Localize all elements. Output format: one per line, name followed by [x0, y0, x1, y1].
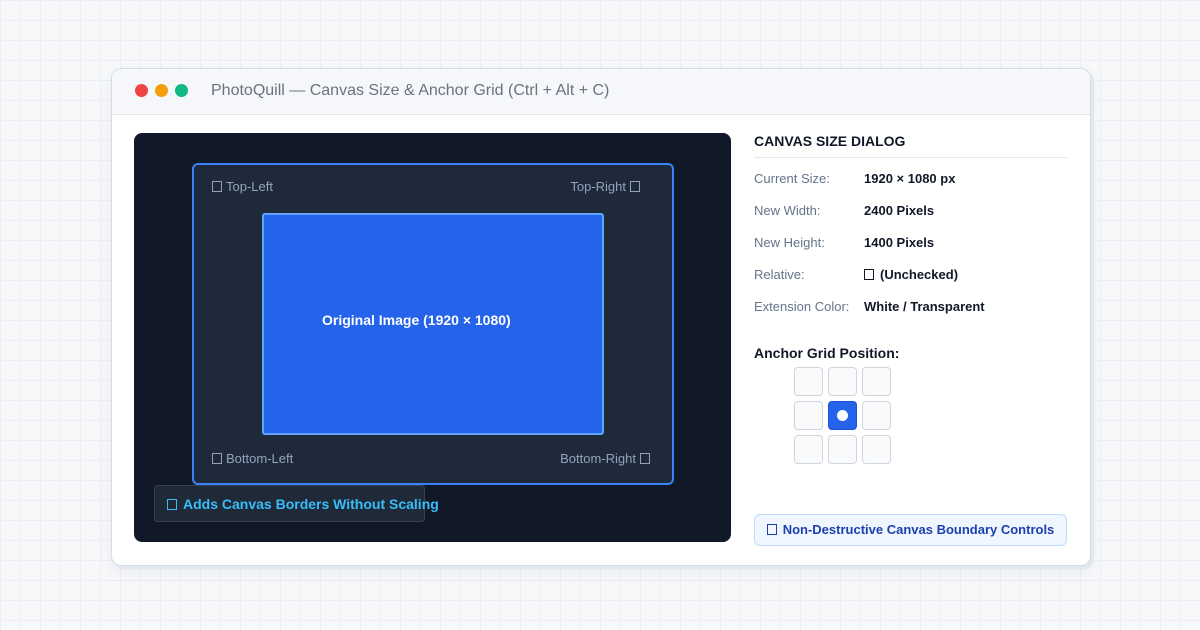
relative-state: (Unchecked)	[880, 267, 959, 282]
width-value[interactable]: 2400 Pixels	[864, 203, 934, 218]
field-label: New Width:	[754, 203, 821, 218]
anchor-bottom-center[interactable]	[828, 435, 857, 464]
corner-marker-icon	[630, 181, 640, 192]
field-label: Relative:	[754, 267, 805, 282]
app-window: PhotoQuill — Canvas Size & Anchor Grid (…	[111, 68, 1091, 566]
corner-bottom-left: Bottom-Left	[208, 451, 293, 466]
title-bar: PhotoQuill — Canvas Size & Anchor Grid (…	[112, 69, 1090, 115]
info-icon	[766, 524, 777, 535]
new-canvas-boundary: Top-Left Top-Right Original Image (1920 …	[192, 163, 674, 485]
corner-label: Top-Right	[570, 179, 626, 194]
anchor-grid	[794, 367, 894, 467]
minimize-window-button[interactable]	[155, 84, 168, 97]
relative-checkbox[interactable]: (Unchecked)	[864, 267, 958, 282]
anchor-bottom-right[interactable]	[862, 435, 891, 464]
corner-label: Top-Left	[226, 179, 273, 194]
canvas-preview: Top-Left Top-Right Original Image (1920 …	[134, 133, 731, 542]
corner-top-left: Top-Left	[208, 179, 273, 194]
anchor-top-center[interactable]	[828, 367, 857, 396]
corner-label: Bottom-Left	[226, 451, 294, 466]
anchor-bottom-left[interactable]	[794, 435, 823, 464]
info-icon	[167, 499, 177, 510]
field-label: Extension Color:	[754, 299, 850, 314]
callout-label: Non-Destructive Canvas Boundary Controls	[782, 522, 1055, 537]
anchor-middle-left[interactable]	[794, 401, 823, 430]
checkbox-icon[interactable]	[864, 269, 874, 280]
corner-marker-icon	[212, 453, 222, 464]
field-label: Current Size:	[754, 171, 830, 186]
info-badge-text: Adds Canvas Borders Without Scaling	[167, 496, 439, 512]
callout-text: Non-Destructive Canvas Boundary Controls	[755, 522, 1066, 537]
corner-top-right: Top-Right	[570, 179, 644, 194]
info-badge: Adds Canvas Borders Without Scaling	[154, 485, 439, 522]
anchor-top-left[interactable]	[794, 367, 823, 396]
corner-bottom-right: Bottom-Right	[560, 451, 654, 466]
height-value[interactable]: 1400 Pixels	[864, 235, 934, 250]
anchor-top-right[interactable]	[862, 367, 891, 396]
corner-label: Bottom-Right	[560, 451, 636, 466]
corner-marker-icon	[212, 181, 222, 192]
panel-title: CANVAS SIZE DIALOG	[754, 133, 1068, 158]
maximize-window-button[interactable]	[175, 84, 188, 97]
field-value: 1920 × 1080 px	[864, 171, 956, 186]
corner-marker-icon	[640, 453, 650, 464]
anchor-middle-center[interactable]	[828, 401, 857, 430]
feature-callout: Non-Destructive Canvas Boundary Controls	[754, 514, 1067, 546]
original-image-label: Original Image (1920 × 1080)	[322, 312, 511, 328]
window-title: PhotoQuill — Canvas Size & Anchor Grid (…	[211, 82, 610, 99]
info-badge-label: Adds Canvas Borders Without Scaling	[183, 496, 439, 512]
field-label: New Height:	[754, 235, 825, 250]
original-image: Original Image (1920 × 1080)	[262, 213, 604, 435]
close-window-button[interactable]	[135, 84, 148, 97]
extension-color-value[interactable]: White / Transparent	[864, 299, 985, 314]
canvas-size-panel: CANVAS SIZE DIALOG Current Size: 1920 × …	[754, 133, 1068, 553]
anchor-grid-title: Anchor Grid Position:	[754, 345, 900, 361]
anchor-selected-icon	[837, 410, 848, 421]
anchor-middle-right[interactable]	[862, 401, 891, 430]
